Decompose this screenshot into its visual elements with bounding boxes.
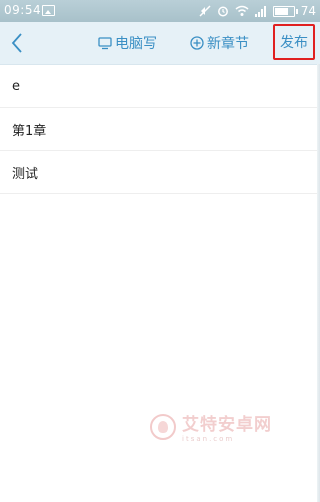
chapter-item[interactable]: e [0,65,320,108]
chapter-item[interactable]: 测试 [0,151,320,194]
chevron-left-icon [11,33,22,53]
publish-button[interactable]: 发布 [273,24,315,60]
status-time: 09:54 [4,3,42,17]
chapter-item[interactable]: 第1章 [0,108,320,151]
status-bar: 09:54 74 [0,0,320,22]
pc-write-button[interactable]: 电脑写 [98,33,157,53]
new-chapter-button[interactable]: 新章节 [190,33,249,53]
app-bar: 电脑写 新章节 发布 [0,22,320,65]
plus-circle-icon [190,36,204,50]
chapter-title: e [12,78,20,94]
image-icon [42,5,55,16]
new-chapter-label: 新章节 [207,36,249,52]
watermark-logo-icon [150,413,176,440]
status-icons: 74 [199,2,316,20]
back-button[interactable] [6,30,30,56]
battery-icon [272,5,298,17]
watermark-subtitle: itsan.com [182,435,235,443]
wifi-icon [235,5,249,16]
alarm-icon [217,6,228,17]
watermark-title: 艾特安卓网 [182,415,272,435]
mute-icon [199,5,211,17]
chapter-title: 第1章 [12,123,47,139]
chapter-list: e 第1章 测试 [0,65,320,194]
pc-write-label: 电脑写 [115,36,157,52]
chapter-title: 测试 [12,166,39,182]
battery-percent: 74 [300,4,316,18]
battery-level [274,7,288,15]
watermark: 艾特安卓网 itsan.com [150,410,272,443]
signal-icon [254,5,266,17]
monitor-icon [98,36,112,49]
watermark-text: 艾特安卓网 itsan.com [182,410,272,443]
